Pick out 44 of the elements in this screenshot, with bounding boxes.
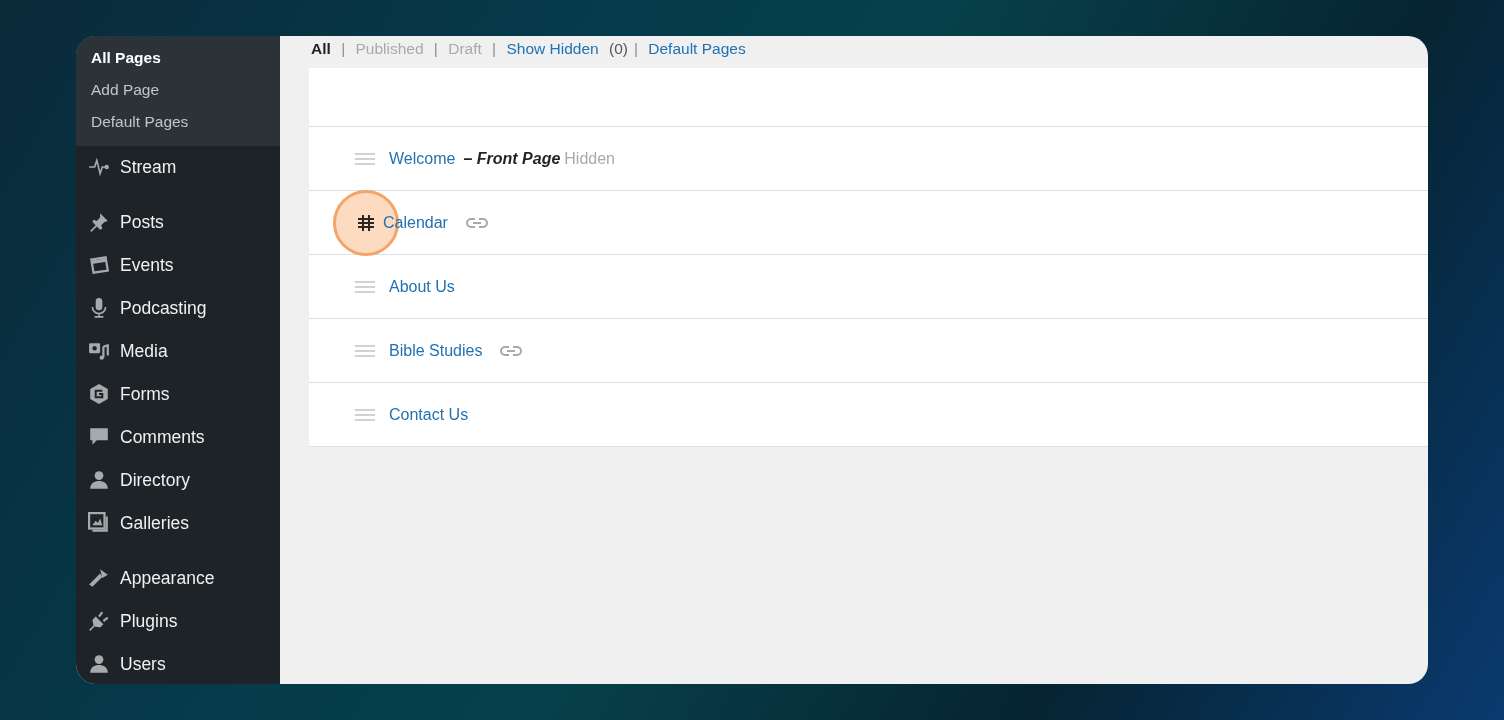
front-page-label: – Front Page <box>463 149 561 168</box>
menu-item[interactable]: Galleries <box>76 501 280 545</box>
menu-item[interactable]: Forms <box>76 372 280 416</box>
gallery-icon <box>88 512 110 534</box>
page-title-link[interactable]: Bible Studies <box>389 341 483 360</box>
pin-icon <box>88 211 110 233</box>
page-title-link[interactable]: Welcome <box>389 149 456 168</box>
separator: | <box>633 40 638 59</box>
menu-item[interactable]: Media <box>76 329 280 373</box>
drag-handle-icon[interactable] <box>355 279 375 294</box>
filter-count: (0) <box>608 40 628 59</box>
submenu-item[interactable]: Default Pages <box>76 106 280 138</box>
person-icon <box>88 653 110 675</box>
page-title-link[interactable]: Contact Us <box>389 405 469 424</box>
filter-link[interactable]: Default Pages <box>648 40 746 59</box>
page-status: Hidden <box>564 149 615 168</box>
menu-item[interactable]: Podcasting <box>76 286 280 330</box>
pulse-icon <box>88 156 110 178</box>
menu-item[interactable]: Appearance <box>76 544 280 600</box>
filter-link[interactable]: All <box>311 40 331 59</box>
filter-link[interactable]: Show Hidden <box>506 40 599 59</box>
drag-handle-icon[interactable] <box>355 151 375 166</box>
plug-icon <box>88 610 110 632</box>
menu-item[interactable]: Directory <box>76 458 280 502</box>
menu-item[interactable]: Comments <box>76 415 280 459</box>
media-icon <box>88 340 110 362</box>
drag-handle-icon[interactable] <box>355 343 375 358</box>
separator: | <box>341 40 346 59</box>
forms-icon <box>88 383 110 405</box>
menu-item[interactable]: Users <box>76 642 280 684</box>
menu-item[interactable]: Events <box>76 243 280 287</box>
calendar-icon <box>88 254 110 276</box>
menu-item[interactable]: Plugins <box>76 599 280 643</box>
menu-item[interactable]: Stream <box>76 145 280 189</box>
speech-bubble-icon <box>88 426 110 448</box>
separator: | <box>433 40 438 59</box>
drag-handle-icon[interactable] <box>355 407 375 422</box>
person-icon <box>88 469 110 491</box>
menu-item[interactable]: Posts <box>76 188 280 244</box>
submenu-item[interactable]: Add Page <box>76 74 280 106</box>
page-title-link[interactable]: About Us <box>389 277 455 296</box>
submenu-item[interactable]: All Pages <box>76 42 280 74</box>
separator: | <box>492 40 497 59</box>
brush-icon <box>88 567 110 589</box>
